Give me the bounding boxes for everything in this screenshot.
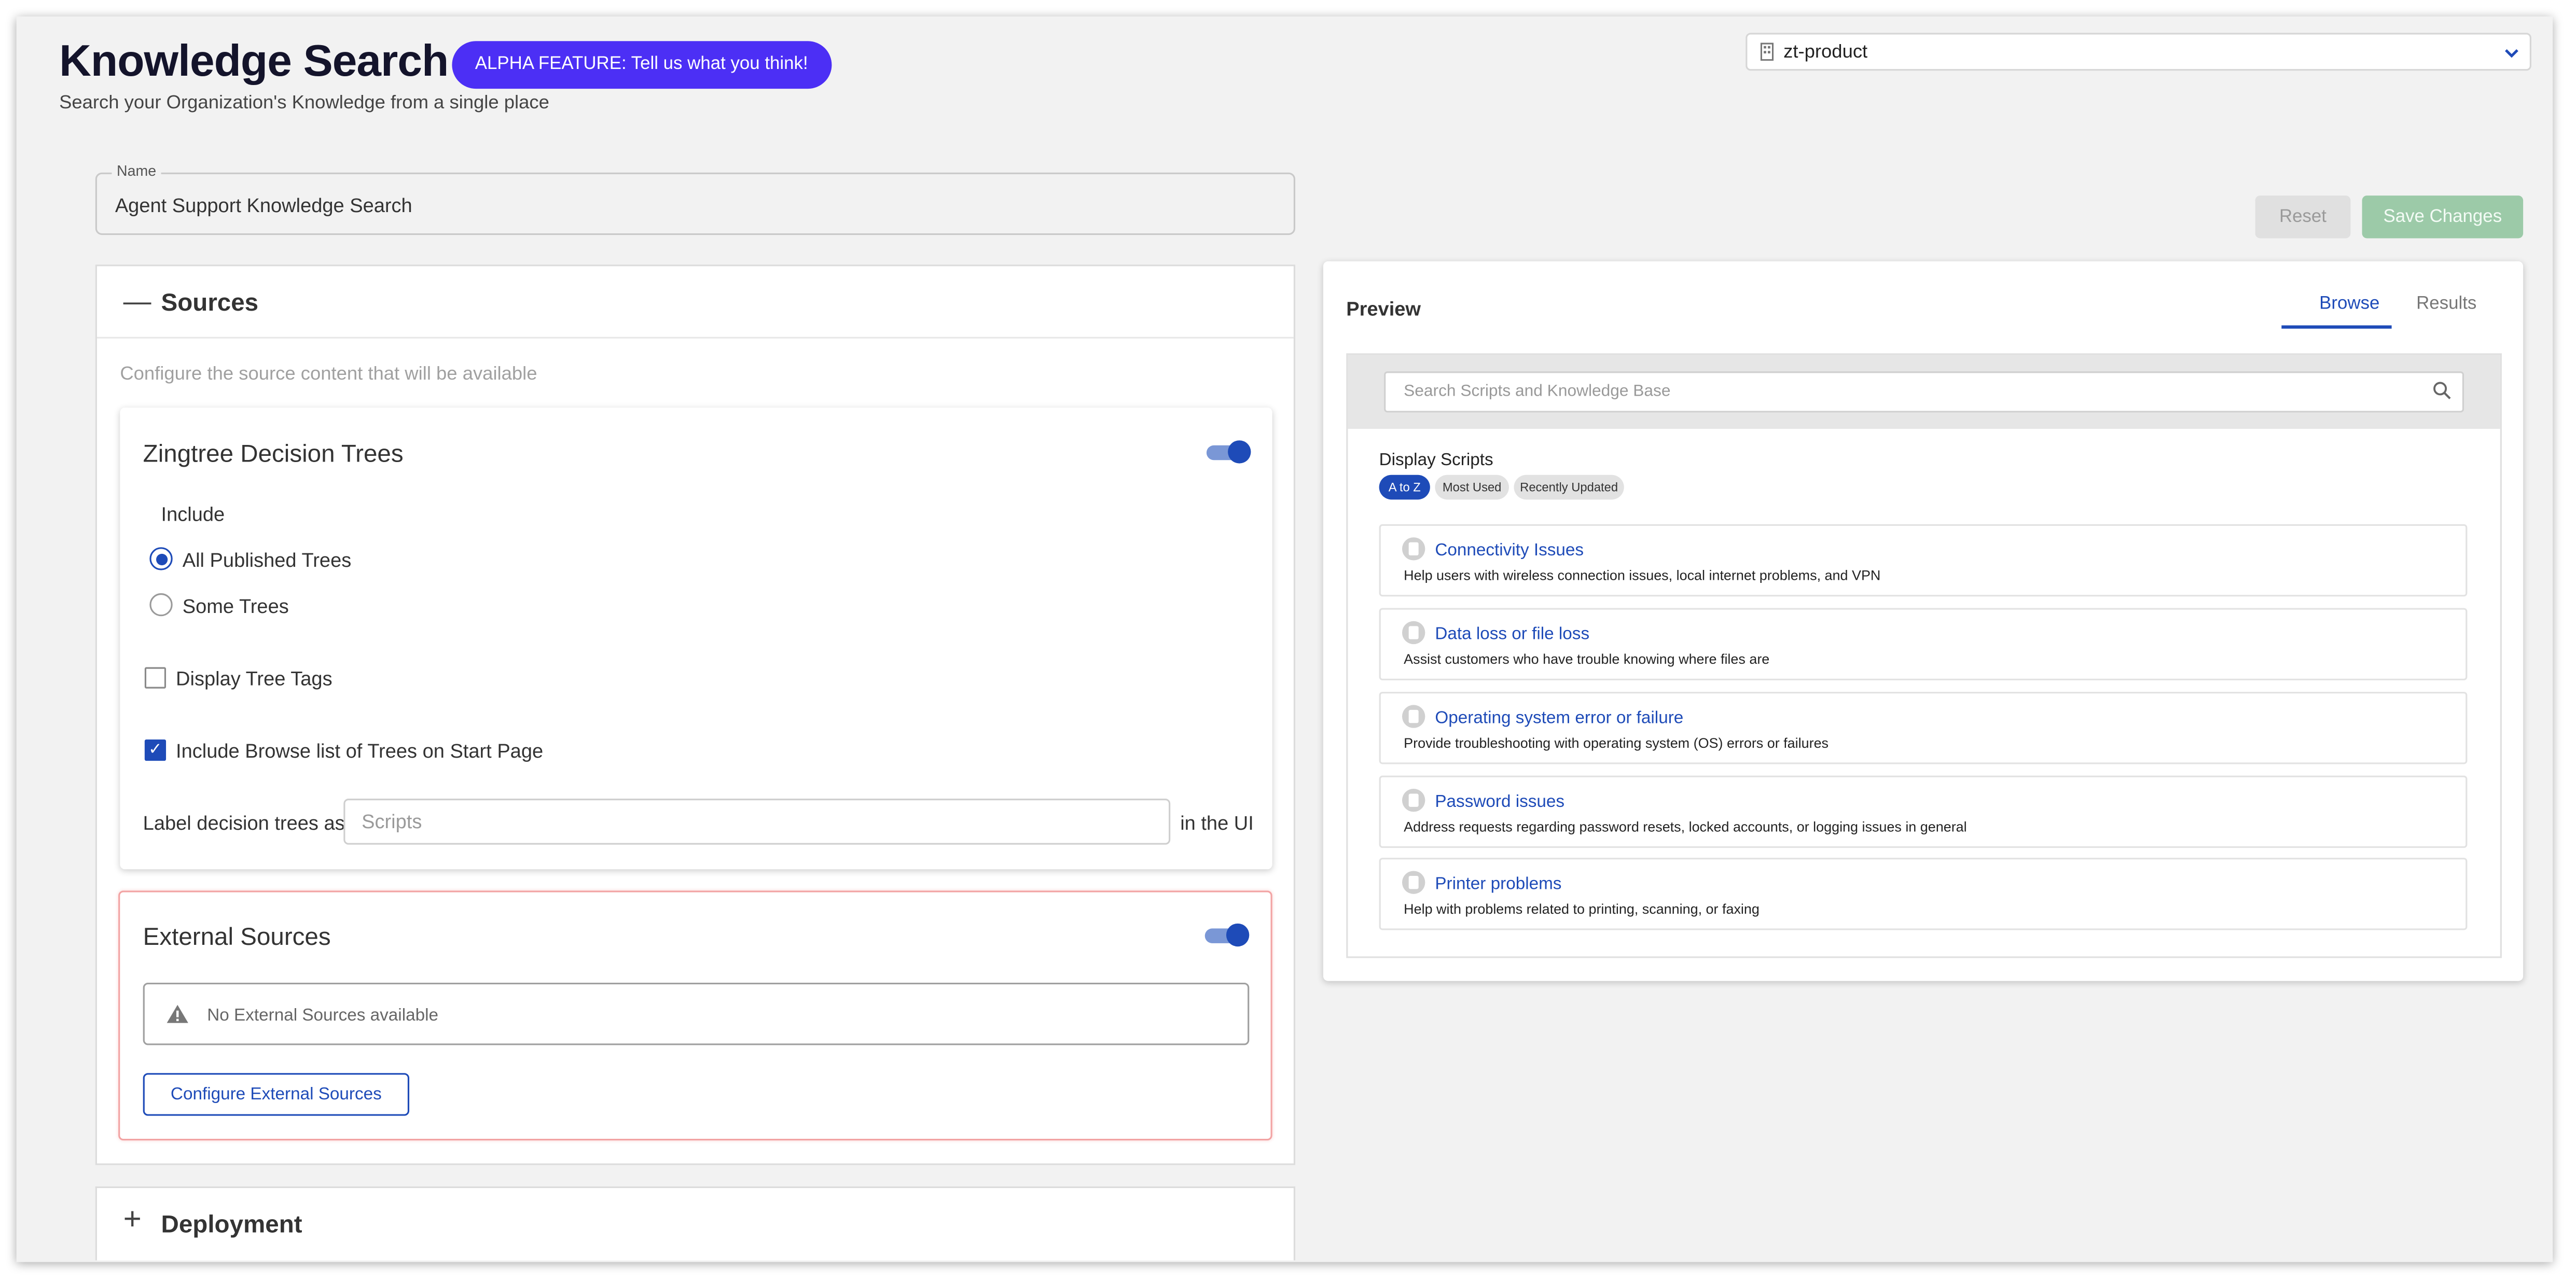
label-trees-suffix: in the UI: [1180, 812, 1254, 835]
script-description: Help users with wireless connection issu…: [1404, 567, 1881, 583]
script-title[interactable]: Password issues: [1435, 792, 1564, 812]
reset-button[interactable]: Reset: [2255, 196, 2351, 239]
app-window: Knowledge Search ALPHA FEATURE: Tell us …: [16, 16, 2553, 1262]
configure-external-sources-button[interactable]: Configure External Sources: [143, 1073, 410, 1116]
radio-label-some-trees: Some Trees: [182, 595, 289, 618]
script-item[interactable]: Password issues Address requests regardi…: [1379, 775, 2468, 848]
zingtree-toggle[interactable]: [1206, 440, 1251, 467]
document-icon: [1402, 621, 1425, 645]
search-icon[interactable]: [2433, 381, 2451, 399]
document-icon: [1402, 537, 1425, 561]
name-field-label: Name: [112, 162, 161, 179]
document-icon: [1402, 789, 1425, 812]
save-changes-button[interactable]: Save Changes: [2362, 196, 2524, 239]
external-sources-empty-box: No External Sources available: [143, 982, 1250, 1045]
zingtree-card-title: Zingtree Decision Trees: [143, 440, 404, 469]
preview-title: Preview: [1346, 297, 1421, 320]
sources-title: Sources: [161, 289, 259, 317]
alpha-feedback-badge[interactable]: ALPHA FEATURE: Tell us what you think!: [452, 41, 832, 89]
building-icon: [1760, 43, 1774, 61]
preview-search-input[interactable]: Search Scripts and Knowledge Base: [1384, 371, 2464, 413]
include-browse-list-label: Include Browse list of Trees on Start Pa…: [176, 739, 544, 763]
radio-label-all-published: All Published Trees: [182, 549, 352, 572]
page-subtitle: Search your Organization's Knowledge fro…: [59, 93, 549, 114]
display-tree-tags-checkbox[interactable]: [144, 667, 167, 689]
tab-results[interactable]: Results: [2416, 294, 2476, 314]
script-title[interactable]: Data loss or file loss: [1435, 624, 1589, 644]
script-description: Help with problems related to printing, …: [1404, 900, 1760, 917]
chevron-down-icon: [2505, 49, 2518, 58]
script-item[interactable]: Connectivity Issues Help users with wire…: [1379, 524, 2468, 597]
preview-content: Search Scripts and Knowledge Base Displa…: [1346, 353, 2502, 958]
script-title[interactable]: Connectivity Issues: [1435, 541, 1584, 561]
script-description: Assist customers who have trouble knowin…: [1404, 650, 1770, 667]
tab-browse[interactable]: Browse: [2319, 294, 2379, 314]
sort-chip-recently-updated[interactable]: Recently Updated: [1514, 474, 1624, 500]
script-title[interactable]: Operating system error or failure: [1435, 708, 1683, 728]
active-tab-indicator: [2281, 325, 2392, 329]
zingtree-card: Zingtree Decision Trees Include All Publ…: [120, 407, 1272, 870]
document-icon: [1402, 705, 1425, 728]
organization-select-value: zt-product: [1783, 43, 1868, 63]
sources-hint: Configure the source content that will b…: [120, 365, 537, 385]
page-title: Knowledge Search: [59, 36, 449, 86]
external-sources-toggle[interactable]: [1204, 923, 1250, 950]
name-field[interactable]: Name Agent Support Knowledge Search: [95, 162, 1296, 235]
include-label: Include: [161, 503, 225, 526]
display-tree-tags-label: Display Tree Tags: [176, 667, 333, 690]
preview-search-placeholder: Search Scripts and Knowledge Base: [1404, 383, 1671, 401]
preview-search-bar: Search Scripts and Knowledge Base: [1348, 355, 2500, 429]
sources-header[interactable]: — Sources: [96, 266, 1294, 339]
script-item[interactable]: Printer problems Help with problems rela…: [1379, 858, 2468, 930]
deployment-section[interactable]: + Deployment: [95, 1186, 1296, 1261]
external-sources-card: External Sources No External Sources ava…: [118, 890, 1272, 1141]
document-icon: [1402, 871, 1425, 894]
deployment-title: Deployment: [161, 1211, 302, 1239]
label-trees-prefix: Label decision trees as: [143, 812, 345, 835]
script-item[interactable]: Data loss or file loss Assist customers …: [1379, 608, 2468, 680]
expand-icon[interactable]: +: [123, 1203, 142, 1239]
warning-icon: [167, 1004, 188, 1023]
external-sources-empty-message: No External Sources available: [207, 1006, 439, 1026]
include-browse-list-checkbox[interactable]: ✓: [144, 739, 167, 761]
radio-all-published-trees[interactable]: [149, 547, 173, 570]
organization-select[interactable]: zt-product: [1746, 33, 2531, 71]
script-description: Provide troubleshooting with operating s…: [1404, 734, 1829, 751]
preview-panel: Preview Browse Results Search Scripts an…: [1323, 261, 2524, 981]
name-field-value: Agent Support Knowledge Search: [115, 193, 412, 217]
collapse-icon[interactable]: —: [123, 286, 151, 318]
display-scripts-label: Display Scripts: [1379, 450, 1493, 470]
sort-chip-a-to-z[interactable]: A to Z: [1379, 474, 1430, 500]
script-item[interactable]: Operating system error or failure Provid…: [1379, 692, 2468, 764]
external-sources-title: External Sources: [143, 923, 331, 952]
label-trees-input[interactable]: Scripts: [343, 799, 1171, 845]
script-title[interactable]: Printer problems: [1435, 874, 1561, 894]
script-description: Address requests regarding password rese…: [1404, 818, 1967, 835]
sort-chip-most-used[interactable]: Most Used: [1435, 474, 1509, 500]
radio-some-trees[interactable]: [149, 593, 173, 617]
